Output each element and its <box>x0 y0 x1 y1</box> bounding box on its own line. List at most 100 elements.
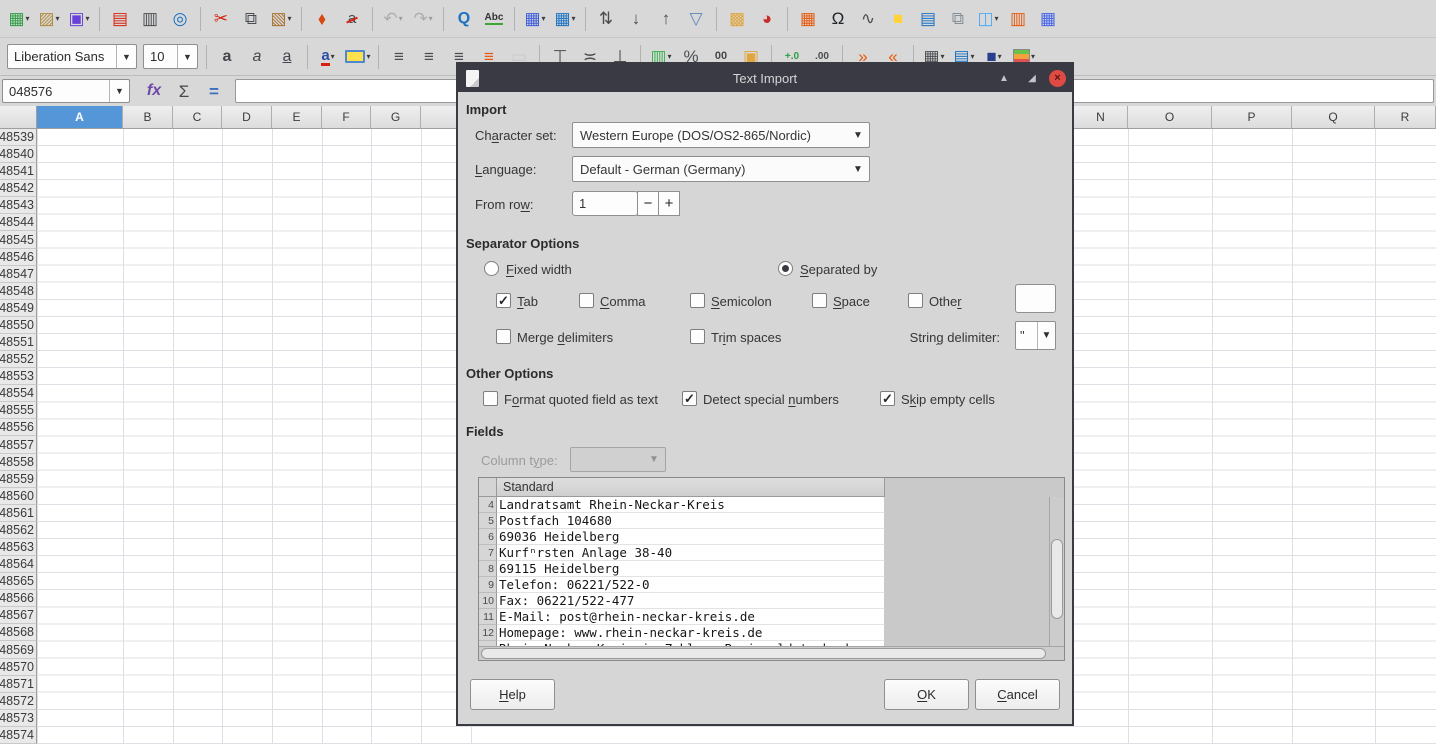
sort-icon[interactable]: ⇅ <box>593 5 619 32</box>
from-row-increase-button[interactable]: + <box>658 191 680 216</box>
italic-icon[interactable]: a <box>244 43 270 70</box>
skip-empty-cells-label[interactable]: Skip empty cells <box>901 392 995 407</box>
name-box[interactable]: 048576 ▼ <box>2 79 130 103</box>
font-size-combo[interactable]: 10 ▼ <box>143 44 198 69</box>
merge-delimiters-checkbox[interactable] <box>496 329 511 344</box>
export-pdf-icon[interactable]: ▤ <box>107 5 133 32</box>
row-header-48551[interactable]: 48551 <box>0 334 37 351</box>
language-dropdown[interactable]: Default - German (Germany) ▼ <box>572 156 870 182</box>
function-wizard-icon[interactable]: fx <box>141 78 167 105</box>
row-header-48565[interactable]: 48565 <box>0 573 37 590</box>
scrollbar-thumb[interactable] <box>481 648 1046 659</box>
space-checkbox[interactable] <box>812 293 827 308</box>
clone-formatting-icon[interactable]: ⬧ <box>309 5 335 32</box>
insert-column-icon[interactable]: ▦▾ <box>552 5 578 32</box>
character-set-dropdown[interactable]: Western Europe (DOS/OS2-865/Nordic) ▼ <box>572 122 870 148</box>
row-header-48547[interactable]: 48547 <box>0 266 37 283</box>
dropdown-arrow[interactable]: ▾ <box>86 14 90 23</box>
row-header-48542[interactable]: 48542 <box>0 180 37 197</box>
row-header-48573[interactable]: 48573 <box>0 710 37 727</box>
column-header-F[interactable]: F <box>322 106 371 129</box>
row-header-48567[interactable]: 48567 <box>0 607 37 624</box>
pivot-table-icon[interactable]: ▦ <box>795 5 821 32</box>
dropdown-arrow[interactable]: ▾ <box>288 14 292 23</box>
insert-image-icon[interactable]: ▩ <box>724 5 750 32</box>
format-quoted-checkbox[interactable] <box>483 391 498 406</box>
split-window-icon[interactable]: ▥ <box>1005 5 1031 32</box>
detect-special-numbers-checkbox[interactable]: ✓ <box>682 391 697 406</box>
clear-formatting-icon[interactable]: a <box>339 5 365 32</box>
row-header-48545[interactable]: 48545 <box>0 231 37 248</box>
column-header-E[interactable]: E <box>272 106 322 129</box>
semicolon-label[interactable]: Semicolon <box>711 294 772 309</box>
from-row-decrease-button[interactable]: − <box>637 191 659 216</box>
shade-icon[interactable]: ▲ <box>993 69 1015 87</box>
sidebar-icon[interactable]: ▦ <box>1035 5 1061 32</box>
insert-row-icon[interactable]: ▦▾ <box>522 5 548 32</box>
row-header-48541[interactable]: 48541 <box>0 163 37 180</box>
row-header-48557[interactable]: 48557 <box>0 436 37 453</box>
save-icon[interactable]: ▣▾ <box>66 5 92 32</box>
row-header-48552[interactable]: 48552 <box>0 351 37 368</box>
close-icon[interactable]: × <box>1049 70 1066 87</box>
row-header-48566[interactable]: 48566 <box>0 590 37 607</box>
column-header-N[interactable]: N <box>1074 106 1128 129</box>
row-header-48561[interactable]: 48561 <box>0 505 37 522</box>
dropdown-arrow[interactable]: ▾ <box>366 52 370 61</box>
row-header-48560[interactable]: 48560 <box>0 488 37 505</box>
scrollbar-thumb[interactable] <box>1051 539 1063 619</box>
row-header-48555[interactable]: 48555 <box>0 402 37 419</box>
special-character-icon[interactable]: Ω <box>825 5 851 32</box>
tab-label[interactable]: Tab <box>517 294 538 309</box>
dropdown-arrow[interactable]: ▾ <box>668 52 672 61</box>
row-header-48562[interactable]: 48562 <box>0 522 37 539</box>
select-all-corner[interactable] <box>0 106 37 129</box>
spelling-icon[interactable]: Abc <box>481 5 507 32</box>
align-center-icon[interactable]: ≡ <box>416 43 442 70</box>
row-header-48550[interactable]: 48550 <box>0 317 37 334</box>
open-folder-icon[interactable]: ▨▾ <box>36 5 62 32</box>
row-header-48553[interactable]: 48553 <box>0 368 37 385</box>
cancel-button[interactable]: Cancel <box>975 679 1060 710</box>
row-header-48546[interactable]: 48546 <box>0 249 37 266</box>
fixed-width-radio[interactable] <box>484 261 499 276</box>
other-separator-input[interactable] <box>1015 284 1056 313</box>
separated-by-radio[interactable] <box>778 261 793 276</box>
detect-special-numbers-label[interactable]: Detect special numbers <box>703 392 839 407</box>
other-checkbox[interactable] <box>908 293 923 308</box>
insert-chart-icon[interactable]: ◕ <box>754 5 780 32</box>
row-header-48539[interactable]: 48539 <box>0 129 37 146</box>
other-label[interactable]: Other <box>929 294 962 309</box>
dropdown-arrow[interactable]: ▾ <box>331 52 335 61</box>
chevron-down-icon[interactable]: ▼ <box>109 80 129 102</box>
row-header-48554[interactable]: 48554 <box>0 385 37 402</box>
bold-icon[interactable]: a <box>214 43 240 70</box>
separated-by-label[interactable]: Separated by <box>800 262 877 277</box>
print-area-icon[interactable]: ⧉ <box>945 5 971 32</box>
chevron-down-icon[interactable]: ▼ <box>177 45 197 68</box>
dropdown-arrow[interactable]: ▾ <box>995 14 999 23</box>
column-header-O[interactable]: O <box>1128 106 1212 129</box>
row-header-48574[interactable]: 48574 <box>0 727 37 744</box>
sum-icon[interactable]: Σ <box>171 78 197 105</box>
print-preview-icon[interactable]: ◎ <box>167 5 193 32</box>
comma-label[interactable]: Comma <box>600 294 646 309</box>
dropdown-arrow[interactable]: ▾ <box>572 14 576 23</box>
preview-vertical-scrollbar[interactable] <box>1049 497 1064 647</box>
new-document-icon[interactable]: ▦▾ <box>6 5 32 32</box>
column-header-D[interactable]: D <box>222 106 272 129</box>
semicolon-checkbox[interactable] <box>690 293 705 308</box>
row-header-48549[interactable]: 48549 <box>0 300 37 317</box>
row-header-48568[interactable]: 48568 <box>0 624 37 641</box>
column-header-Q[interactable]: Q <box>1292 106 1375 129</box>
row-header-48543[interactable]: 48543 <box>0 197 37 214</box>
comma-checkbox[interactable] <box>579 293 594 308</box>
fixed-width-label[interactable]: Fixed width <box>506 262 572 277</box>
trim-spaces-checkbox[interactable] <box>690 329 705 344</box>
row-header-48548[interactable]: 48548 <box>0 283 37 300</box>
preview-column-header[interactable]: Standard <box>497 478 885 497</box>
column-header-R[interactable]: R <box>1375 106 1436 129</box>
dialog-titlebar[interactable]: Text Import ▲ ◢ × <box>458 64 1072 92</box>
row-header-48564[interactable]: 48564 <box>0 556 37 573</box>
column-header-A[interactable]: A <box>37 106 123 129</box>
